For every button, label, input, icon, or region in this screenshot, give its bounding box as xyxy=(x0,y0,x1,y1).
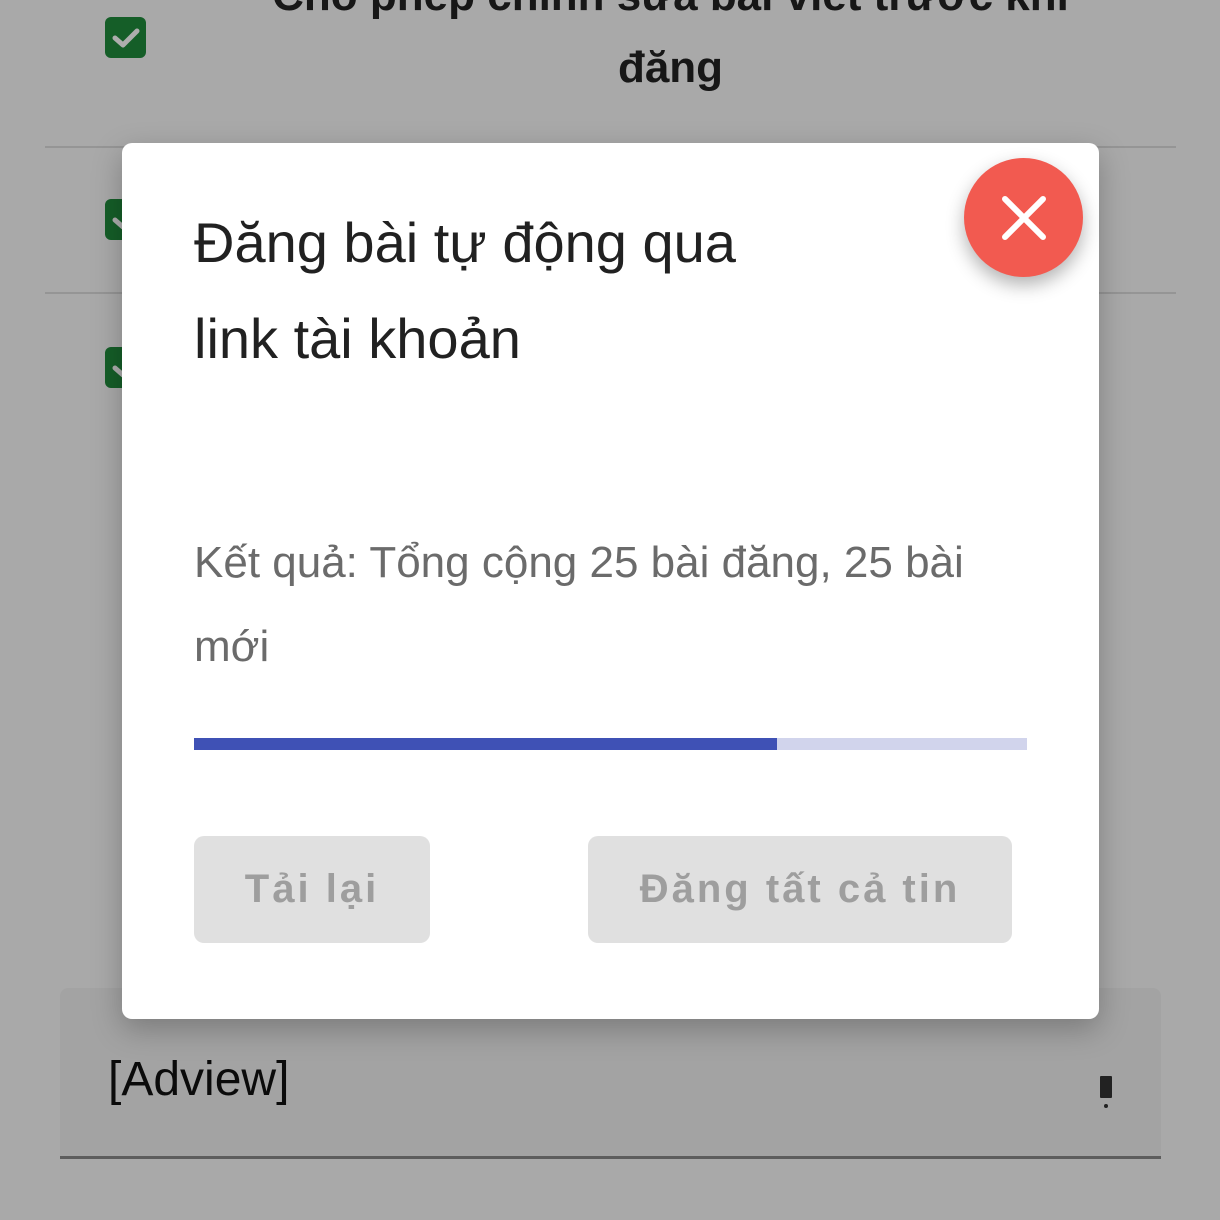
auto-post-dialog: Đăng bài tự động qua link tài khoản Kết … xyxy=(122,143,1099,1019)
post-all-button[interactable]: Đăng tất cả tin xyxy=(588,836,1012,943)
dialog-title: Đăng bài tự động qua link tài khoản xyxy=(194,211,736,370)
progress-bar-fill xyxy=(194,738,778,750)
close-button[interactable] xyxy=(964,158,1083,277)
result-text: Kết quả: Tổng cộng 25 bài đăng, 25 bài m… xyxy=(194,538,964,671)
close-icon xyxy=(1001,195,1046,240)
progress-bar xyxy=(194,738,1027,750)
reload-button[interactable]: Tải lại xyxy=(194,836,430,943)
